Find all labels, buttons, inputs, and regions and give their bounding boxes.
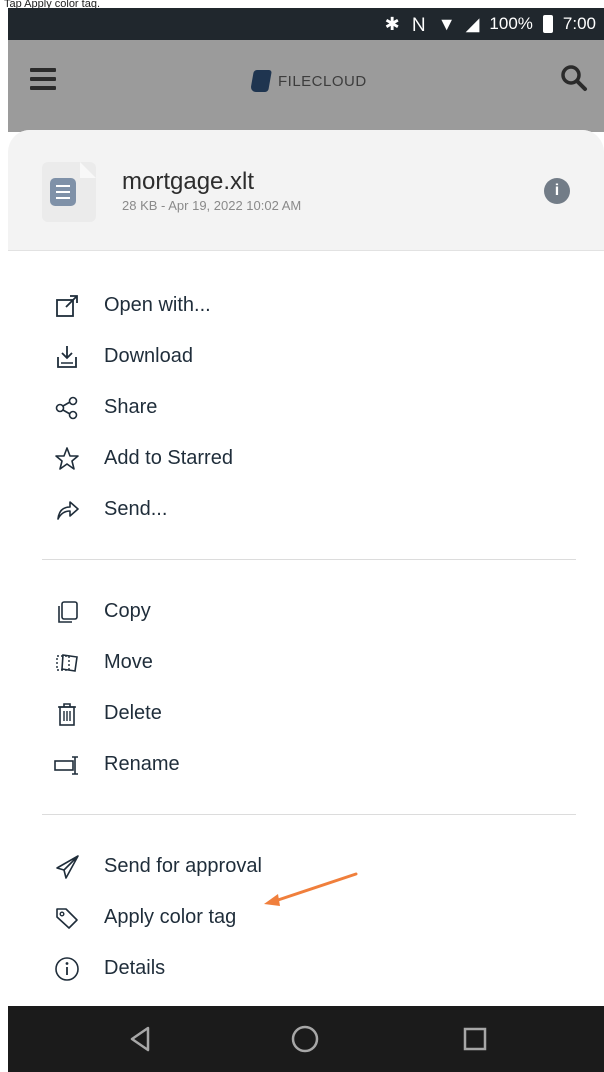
hamburger-menu-icon[interactable] [30,68,56,90]
logo-text: FILECLOUD [278,72,367,90]
system-nav-bar [8,1006,604,1072]
bluetooth-icon: ✱ [384,13,400,34]
menu-item-label: Details [104,957,166,979]
menu-item-label: Download [104,345,193,367]
download-icon [52,342,82,372]
recents-icon[interactable] [458,1022,492,1056]
menu-item-copy[interactable]: Copy [8,586,604,637]
move-icon [52,648,82,678]
copy-icon [52,597,82,627]
menu-divider [42,559,576,560]
file-meta: 28 KB - Apr 19, 2022 10:02 AM [122,198,302,213]
top-caption: Tap Apply color tag. [0,0,604,8]
menu-item-label: Rename [104,753,180,775]
status-bar: ✱ Ｎ ▼ ◢ 100% 7:00 [8,8,604,40]
menu-item-share[interactable]: Share [8,382,604,433]
menu-item-label: Apply color tag [104,906,237,928]
search-icon[interactable] [560,64,588,92]
menu-item-details[interactable]: Details [8,943,604,994]
menu-item-label: Open with... [104,294,211,316]
menu-item-open-with[interactable]: Open with... [8,280,604,331]
document-icon [50,178,76,206]
menu-item-move[interactable]: Move [8,637,604,688]
file-name: mortgage.xlt [122,168,255,195]
filecloud-logo-icon [250,70,272,92]
back-icon[interactable] [124,1022,158,1056]
rename-icon [52,750,82,780]
file-header: mortgage.xlt 28 KB - Apr 19, 2022 10:02 … [8,130,604,251]
menu-item-label: Copy [104,600,151,622]
battery-percentage: 100% [489,14,533,33]
signal-icon: ◢ [465,13,480,34]
share-icon [52,393,82,423]
menu-item-rename[interactable]: Rename [8,739,604,790]
menu-item-label: Send for approval [104,855,262,877]
battery-icon [542,15,553,33]
menu-group-2: Copy Move Delete Rename [8,586,604,790]
screenshot-frame: Tap Apply color tag. ✱ Ｎ ▼ ◢ 100% 7:00 F… [0,0,604,1072]
menu-group-1: Open with... Download Share Add to Starr… [8,280,604,535]
menu-item-download[interactable]: Download [8,331,604,382]
star-icon [52,444,82,474]
info-icon[interactable]: i [544,178,570,204]
app-bar: FILECLOUD [8,40,604,132]
open-with-icon [52,291,82,321]
menu-group-3: Send for approval Apply color tag Detail… [8,841,604,994]
send-icon [52,495,82,525]
file-icon [42,162,96,222]
menu-item-add-to-starred[interactable]: Add to Starred [8,433,604,484]
menu-item-label: Delete [104,702,162,724]
menu-item-label: Move [104,651,153,673]
clock: 7:00 [562,14,596,33]
info-circle-icon [52,954,82,984]
menu-item-label: Send... [104,498,168,520]
tag-icon [52,903,82,933]
wifi-icon: ▼ [437,13,456,34]
menu-item-send[interactable]: Send... [8,484,604,535]
paper-plane-icon [52,852,82,882]
menu-item-delete[interactable]: Delete [8,688,604,739]
nfc-icon: Ｎ [409,15,428,35]
home-icon[interactable] [288,1022,322,1056]
app-logo: FILECLOUD [250,70,367,92]
menu-divider [42,814,576,815]
menu-item-label: Add to Starred [104,447,233,469]
annotation-arrow-icon [264,872,358,906]
menu-item-label: Share [104,396,158,418]
trash-icon [52,699,82,729]
